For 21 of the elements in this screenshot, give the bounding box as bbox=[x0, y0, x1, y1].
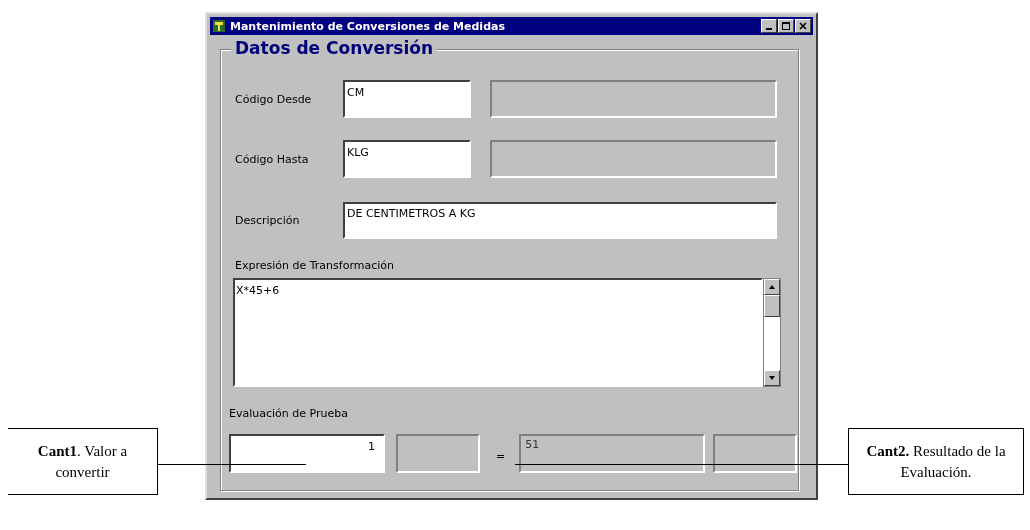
text-area[interactable]: X*45+6 bbox=[233, 278, 763, 387]
input-field[interactable]: KLG bbox=[343, 140, 471, 178]
equals-sign: = bbox=[496, 450, 506, 463]
result-field: 51 bbox=[519, 434, 706, 473]
scroll-thumb[interactable] bbox=[764, 295, 780, 317]
callout-note: Cant2. Resultado de la Evaluación. bbox=[848, 428, 1024, 495]
input-field[interactable]: 1 bbox=[229, 434, 385, 473]
scroll-down-icon[interactable] bbox=[768, 374, 776, 382]
input-field[interactable]: CM bbox=[343, 80, 471, 118]
field-label: Expresión de Transformación bbox=[235, 259, 395, 272]
callout-note: Cant1. Valor a convertir bbox=[8, 428, 158, 495]
field-label: Evaluación de Prueba bbox=[229, 407, 349, 420]
scroll-up-icon[interactable] bbox=[768, 283, 776, 291]
field-label: Código Desde bbox=[234, 92, 313, 106]
scrollbar[interactable] bbox=[763, 278, 781, 387]
app-icon bbox=[212, 19, 226, 33]
window-title: Mantenimiento de Conversiones de Medidas bbox=[230, 19, 506, 33]
field-label: Descripción bbox=[234, 214, 301, 227]
input-field[interactable]: DE CENTIMETROS A KG bbox=[343, 202, 777, 239]
expression-text: X*45+6 bbox=[236, 284, 280, 297]
field-label: Código Hasta bbox=[234, 152, 310, 166]
